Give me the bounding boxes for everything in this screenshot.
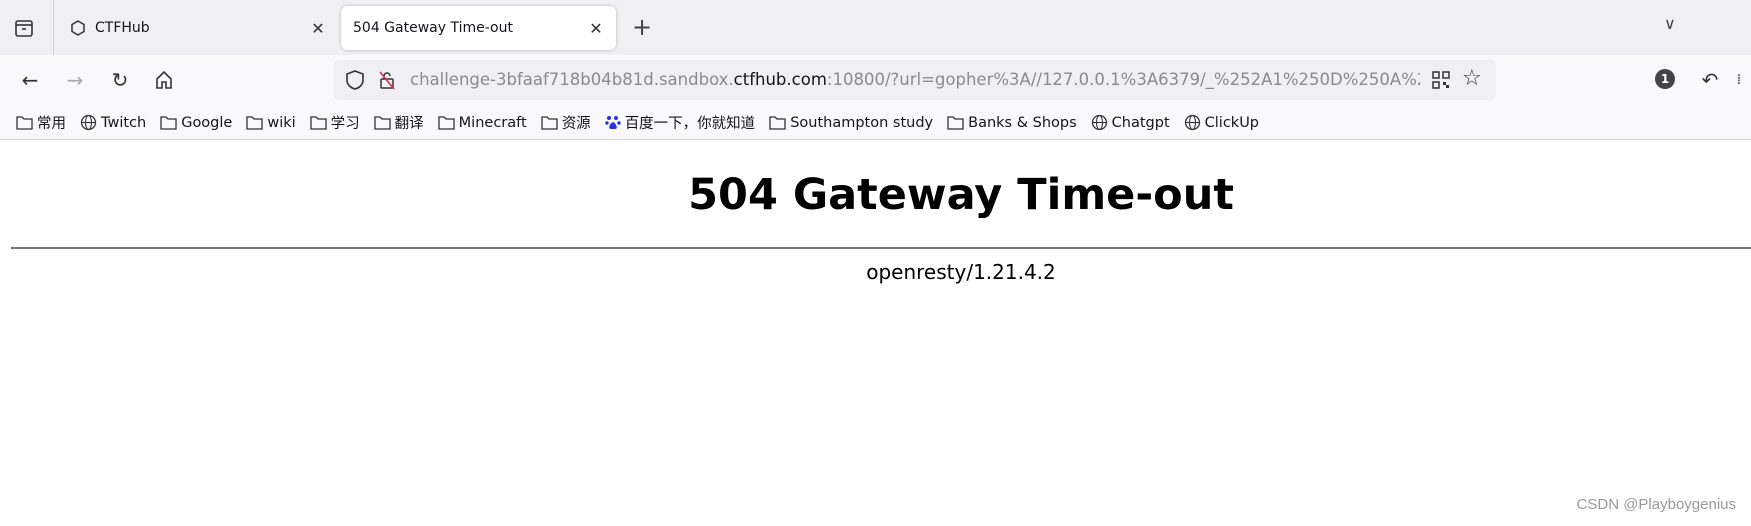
- shield-icon[interactable]: [344, 69, 366, 91]
- divider: [53, 0, 54, 55]
- page-content: 504 Gateway Time-out openresty/1.21.4.2: [11, 140, 1751, 300]
- insecure-lock-icon[interactable]: [376, 69, 398, 91]
- divider: [11, 247, 1751, 249]
- baidu-icon: [604, 114, 625, 131]
- folder-icon: [947, 115, 968, 130]
- tab-title: 504 Gateway Time-out: [353, 20, 513, 36]
- bookmark-star-icon[interactable]: ☆: [1462, 66, 1482, 91]
- tab-504[interactable]: 504 Gateway Time-out ✕: [341, 6, 616, 50]
- folder-icon: [374, 115, 395, 130]
- bookmark-label: 常用: [37, 116, 66, 132]
- watermark: CSDN @Playboygenius: [1576, 496, 1736, 513]
- bookmark-label: 翻译: [394, 116, 424, 132]
- bookmark-label: Google: [181, 114, 233, 131]
- bookmark-item[interactable]: Twitch: [80, 114, 146, 131]
- folder-icon: [246, 115, 267, 130]
- close-tab-icon[interactable]: ✕: [588, 19, 604, 38]
- globe-icon: [1091, 114, 1112, 131]
- bookmark-item[interactable]: Minecraft: [438, 115, 527, 131]
- reply-arrow-icon[interactable]: ↶: [1698, 68, 1722, 92]
- bookmark-label: 百度一下，你就知道: [624, 116, 756, 132]
- back-arrow-icon[interactable]: ←: [18, 68, 42, 92]
- tab-overview-icon[interactable]: [12, 16, 36, 40]
- tab-title: CTFHub: [95, 20, 150, 36]
- bookmark-item[interactable]: Chatgpt: [1091, 114, 1170, 131]
- bookmark-item[interactable]: Southampton study: [769, 115, 933, 131]
- bookmark-item[interactable]: 翻译: [374, 112, 424, 133]
- close-tab-icon[interactable]: ✕: [310, 19, 326, 38]
- bookmark-label: ClickUp: [1204, 114, 1260, 131]
- new-tab-button[interactable]: +: [632, 13, 652, 41]
- home-icon[interactable]: [152, 68, 176, 92]
- bookmark-label: 学习: [330, 116, 360, 132]
- bookmark-item[interactable]: 常用: [16, 112, 66, 133]
- bookmark-item[interactable]: 资源: [541, 112, 591, 133]
- bookmark-label: 资源: [561, 116, 591, 132]
- address-bar[interactable]: challenge-3bfaaf718b04b81d.sandbox.ctfhu…: [334, 60, 1496, 100]
- bookmark-label: wiki: [267, 114, 296, 131]
- qr-code-icon[interactable]: [1432, 71, 1450, 89]
- folder-icon: [310, 115, 331, 130]
- reload-icon[interactable]: ↻: [108, 68, 132, 92]
- url-text: challenge-3bfaaf718b04b81d.sandbox.ctfhu…: [410, 70, 1420, 89]
- page-title: 504 Gateway Time-out: [688, 170, 1234, 220]
- ctfhub-favicon-icon: [71, 20, 85, 36]
- forward-arrow-icon[interactable]: →: [63, 68, 87, 92]
- bookmark-label: Southampton study: [790, 114, 934, 131]
- extension-badge-icon[interactable]: 1: [1655, 69, 1675, 89]
- server-signature: openresty/1.21.4.2: [866, 260, 1056, 284]
- navigation-toolbar: ← → ↻ challenge-3bfaaf718b04b81d.sandbox…: [0, 55, 1751, 106]
- bookmark-item[interactable]: 百度一下，你就知道: [604, 112, 756, 133]
- bookmark-label: Banks & Shops: [968, 114, 1077, 131]
- folder-icon: [16, 115, 37, 130]
- globe-icon: [80, 114, 101, 131]
- list-tabs-chevron-down-icon[interactable]: ∨: [1664, 14, 1676, 33]
- folder-icon: [769, 115, 790, 130]
- bookmark-label: Minecraft: [458, 114, 527, 131]
- bookmark-label: Twitch: [101, 114, 147, 131]
- bookmark-label: Chatgpt: [1111, 114, 1170, 131]
- folder-icon: [541, 115, 562, 130]
- bookmark-item[interactable]: 学习: [310, 112, 360, 133]
- bookmark-item[interactable]: Google: [160, 115, 232, 131]
- tab-ctfhub[interactable]: CTFHub ✕: [58, 6, 338, 50]
- tab-bar: CTFHub ✕ 504 Gateway Time-out ✕ + ∨: [0, 0, 1751, 55]
- folder-icon: [160, 115, 181, 130]
- bookmarks-toolbar: 常用 Twitch Google wiki 学习 翻译 Minecraft 资源 百度一下，你就…: [0, 106, 1751, 140]
- globe-icon: [1184, 114, 1205, 131]
- bookmark-item[interactable]: ClickUp: [1184, 114, 1259, 131]
- bookmark-item[interactable]: wiki: [246, 114, 296, 131]
- extensions-icon[interactable]: ⁞: [1727, 68, 1751, 92]
- bookmark-item[interactable]: Banks & Shops: [947, 115, 1077, 131]
- folder-icon: [438, 115, 459, 130]
